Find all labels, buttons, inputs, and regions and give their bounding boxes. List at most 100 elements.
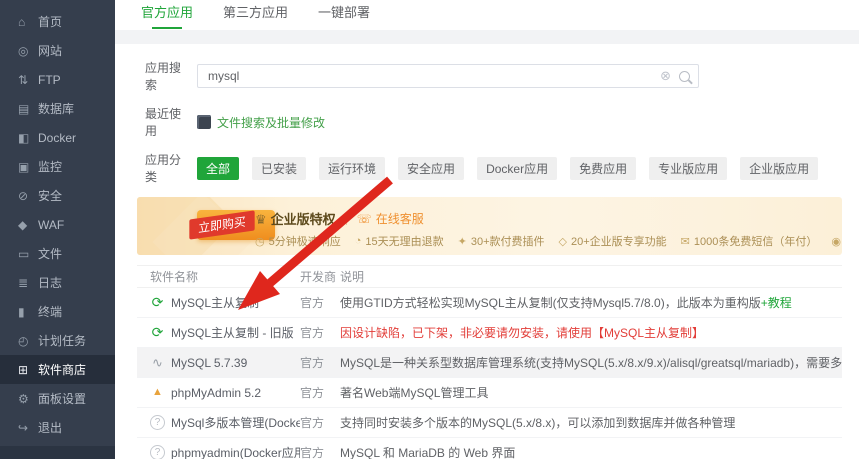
monitor-icon: ▣ xyxy=(18,160,38,174)
tab-label: 官方应用 xyxy=(141,5,193,20)
recent-app-icon xyxy=(197,115,211,129)
software-row[interactable]: ▲ phpMyAdmin 5.2 官方 著名Web端MySQL管理工具 xyxy=(137,378,842,408)
home-icon: ⌂ xyxy=(18,15,38,29)
sidebar-item-ftp[interactable]: ⇅ FTP xyxy=(0,65,115,94)
tab-label: 一键部署 xyxy=(318,5,370,20)
sidebar-item-label: Docker xyxy=(38,131,76,145)
category-button[interactable]: 运行环境 xyxy=(319,157,385,180)
software-row[interactable]: ? phpmyadmin(Docker应用) 官方 MySQL 和 MariaD… xyxy=(137,438,842,459)
benefit-item: ✉ 1000条免费短信（年付） xyxy=(681,233,818,249)
software-row[interactable]: ? MySql多版本管理(Docker应用) 官方 支持同时安装多个版本的MyS… xyxy=(137,408,842,438)
sidebar-item-logout[interactable]: ↪ 退出 xyxy=(0,413,115,442)
header-software-name: 软件名称 xyxy=(150,268,300,285)
divider-strip xyxy=(115,30,859,44)
files-icon: ▭ xyxy=(18,247,38,261)
developer: 官方 xyxy=(300,354,340,371)
recent-app-chip[interactable]: 文件搜索及批量修改 xyxy=(197,114,325,131)
category-button[interactable]: 已安装 xyxy=(252,157,306,180)
search-input[interactable] xyxy=(206,68,660,84)
enterprise-privilege-title: ♛企业版特权 xyxy=(255,209,336,228)
benefit-item: ✦ 30+款付费插件 xyxy=(458,233,545,249)
benefit-list: ◷ 5分钟极速响应 ◔ 15天无理由退款 ✦ 30+款付费插件 xyxy=(255,233,842,249)
search-icon[interactable] xyxy=(679,71,690,82)
header-developer: 开发商 xyxy=(300,268,340,285)
developer: 官方 xyxy=(300,324,340,341)
database-icon: ▤ xyxy=(18,102,38,116)
search-row: 应用搜索 ⊗ xyxy=(137,59,859,93)
category-button[interactable]: Docker应用 xyxy=(477,157,557,180)
tab-label: 第三方应用 xyxy=(223,5,288,20)
description: 使用GTID方式轻松实现MySQL主从复制(仅支持Mysql5.7/8.0)，此… xyxy=(340,294,842,311)
sidebar-item-label: 软件商店 xyxy=(38,361,86,378)
sidebar-item-label: 终端 xyxy=(38,303,62,320)
tab-one-click-deploy[interactable]: 一键部署 xyxy=(314,0,374,30)
sidebar-item-website[interactable]: ◎ 网站 xyxy=(0,36,115,65)
category-button[interactable]: 安全应用 xyxy=(398,157,464,180)
app-tabs: 官方应用 第三方应用 一键部署 xyxy=(115,0,859,30)
sidebar-item-logs[interactable]: ≣ 日志 xyxy=(0,268,115,297)
developer: 官方 xyxy=(300,384,340,401)
benefit-item: ◇ 20+企业版专享功能 xyxy=(559,233,667,249)
recent-row: 最近使用 文件搜索及批量修改 xyxy=(137,105,859,139)
description: MySQL 和 MariaDB 的 Web 界面 xyxy=(340,444,842,459)
sidebar-item-label: 首页 xyxy=(38,13,62,30)
online-service-link[interactable]: ☏ 在线客服 xyxy=(357,210,424,227)
recent-label: 最近使用 xyxy=(145,105,189,139)
benefit-icon: ◇ xyxy=(559,235,567,248)
banner-title-row: ♛企业版特权 ☏ 在线客服 xyxy=(255,209,424,228)
sidebar-item-docker[interactable]: ◧ Docker xyxy=(0,123,115,152)
store-card: 应用搜索 ⊗ 最近使用 文件搜索及批量修改 应用分类 xyxy=(115,44,859,459)
sidebar-item-label: 数据库 xyxy=(38,100,74,117)
software-store-page: ⌂ 首页 ◎ 网站 ⇅ FTP ▤ 数据库 ◧ Docker xyxy=(0,0,859,459)
tab-third-party-apps[interactable]: 第三方应用 xyxy=(219,0,292,30)
sidebar: ⌂ 首页 ◎ 网站 ⇅ FTP ▤ 数据库 ◧ Docker xyxy=(0,0,115,459)
developer: 官方 xyxy=(300,444,340,459)
category-button[interactable]: 专业版应用 xyxy=(649,157,727,180)
sidebar-item-label: 退出 xyxy=(38,419,62,436)
divider xyxy=(346,213,347,225)
sidebar-item-terminal[interactable]: ▮ 终端 xyxy=(0,297,115,326)
sidebar-item-label: 网站 xyxy=(38,42,62,59)
sidebar-item-security[interactable]: ⊘ 安全 xyxy=(0,181,115,210)
benefit-icon: ◉ xyxy=(831,235,841,248)
tutorial-link[interactable]: +教程 xyxy=(761,296,792,310)
sidebar-item-monitor[interactable]: ▣ 监控 xyxy=(0,152,115,181)
software-row[interactable]: ⟳ MySQL主从复制 - 旧版 官方 因设计缺陷，已下架，非必要请勿安装，请使… xyxy=(137,318,842,348)
developer: 官方 xyxy=(300,414,340,431)
sidebar-item-app-store[interactable]: ⊞ 软件商店 xyxy=(0,355,115,384)
sidebar-item-home[interactable]: ⌂ 首页 xyxy=(0,7,115,36)
category-button[interactable]: 全部 xyxy=(197,157,239,180)
website-icon: ◎ xyxy=(18,44,38,58)
app-store-icon: ⊞ xyxy=(18,363,38,377)
sidebar-item-cron[interactable]: ◴ 计划任务 xyxy=(0,326,115,355)
benefit-item: ◔ 15天无理由退款 xyxy=(355,233,444,249)
sidebar-footer xyxy=(0,446,115,459)
software-row[interactable]: ⟳ MySQL主从复制 官方 使用GTID方式轻松实现MySQL主从复制(仅支持… xyxy=(137,288,842,318)
sidebar-item-label: 安全 xyxy=(38,187,62,204)
description: 支持同时安装多个版本的MySQL(5.x/8.x)，可以添加到数据库并做各种管理 xyxy=(340,414,842,431)
sidebar-item-database[interactable]: ▤ 数据库 xyxy=(0,94,115,123)
sidebar-item-label: 监控 xyxy=(38,158,62,175)
developer: 官方 xyxy=(300,294,340,311)
benefit-icon: ◷ xyxy=(255,235,265,248)
logout-icon: ↪ xyxy=(18,421,38,435)
table-body: ⟳ MySQL主从复制 官方 使用GTID方式轻松实现MySQL主从复制(仅支持… xyxy=(137,288,842,459)
tab-official-apps[interactable]: 官方应用 xyxy=(137,0,197,30)
sidebar-item-panel-settings[interactable]: ⚙ 面板设置 xyxy=(0,384,115,413)
clear-icon[interactable]: ⊗ xyxy=(660,68,671,84)
mysql-dolphin-icon: ∿ xyxy=(150,355,165,370)
sync-replication-icon: ⟳ xyxy=(150,295,165,310)
logs-icon: ≣ xyxy=(18,276,38,290)
category-button[interactable]: 企业版应用 xyxy=(740,157,818,180)
sidebar-item-files[interactable]: ▭ 文件 xyxy=(0,239,115,268)
sidebar-item-waf[interactable]: ◆ WAF xyxy=(0,210,115,239)
sidebar-item-label: 日志 xyxy=(38,274,62,291)
docker-app-placeholder-icon: ? xyxy=(150,445,165,459)
software-name: phpmyadmin(Docker应用) xyxy=(171,444,300,459)
category-button[interactable]: 免费应用 xyxy=(570,157,636,180)
search-label: 应用搜索 xyxy=(145,59,189,93)
software-row[interactable]: ∿ MySQL 5.7.39 官方 MySQL是一种关系型数据库管理系统(支持M… xyxy=(137,348,842,378)
description: 因设计缺陷，已下架，非必要请勿安装，请使用【MySQL主从复制】 xyxy=(340,324,842,341)
main-content: 官方应用 第三方应用 一键部署 应用搜索 ⊗ xyxy=(115,0,859,459)
sidebar-item-label: 面板设置 xyxy=(38,390,86,407)
